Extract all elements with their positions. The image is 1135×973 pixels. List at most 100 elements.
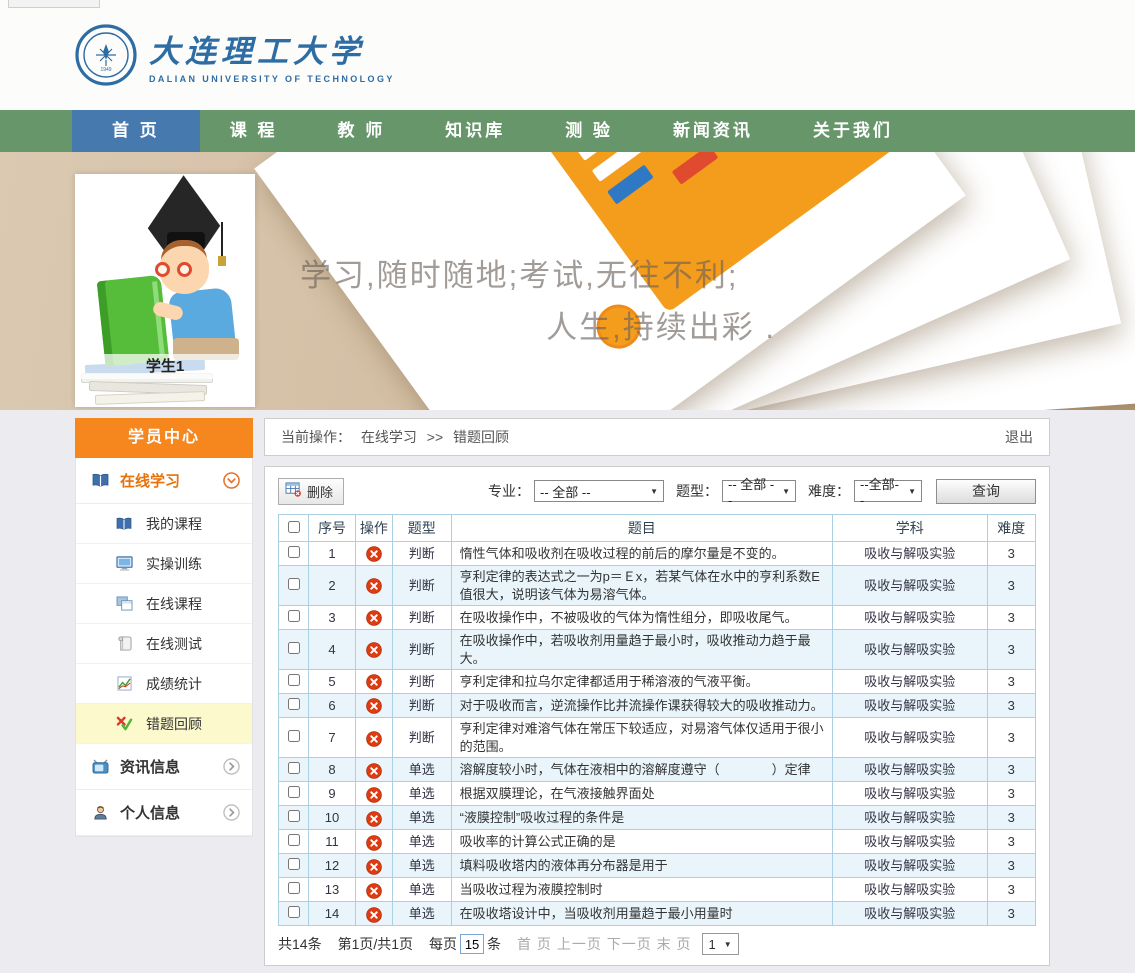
sidebar-item-1-2[interactable]: 实操训练 xyxy=(76,544,252,584)
row-number: 14 xyxy=(309,902,355,926)
delete-button-label: 删除 xyxy=(307,482,333,501)
difficulty: 3 xyxy=(987,566,1036,606)
row-checkbox[interactable] xyxy=(288,730,300,742)
row-checkbox[interactable] xyxy=(288,578,300,590)
nav-item-1[interactable]: 首 页 xyxy=(72,110,200,152)
student-avatar-card[interactable]: 学生1 xyxy=(75,174,255,407)
row-checkbox[interactable] xyxy=(288,786,300,798)
row-select-cell xyxy=(279,606,309,630)
nav-item-4[interactable]: 知识库 xyxy=(415,110,535,152)
toolbar: 删除 专业：-- 全部 --▼题型：-- 全部 --▼难度：--全部--▼ 查询 xyxy=(278,477,1036,505)
table-row: 7判断亨利定律对难溶气体在常压下较适应，对易溶气体仅适用于很小的范围。吸收与解吸… xyxy=(279,718,1036,758)
breadcrumb-path[interactable]: 在线学习 xyxy=(361,429,417,445)
subject: 吸收与解吸实验 xyxy=(833,806,987,830)
row-number: 13 xyxy=(309,878,355,902)
chevron-down-icon: ▼ xyxy=(908,487,916,496)
difficulty: 3 xyxy=(987,670,1036,694)
delete-row-icon[interactable] xyxy=(355,830,392,854)
sidebar-item-1-4[interactable]: 在线测试 xyxy=(76,624,252,664)
question-type: 单选 xyxy=(393,830,452,854)
delete-row-icon[interactable] xyxy=(355,902,392,926)
filter-select-difficulty[interactable]: --全部--▼ xyxy=(854,480,922,502)
subject: 吸收与解吸实验 xyxy=(833,566,987,606)
table-row: 6判断对于吸收而言，逆流操作比并流操作课获得较大的吸收推动力。吸收与解吸实验3 xyxy=(279,694,1036,718)
question-type: 单选 xyxy=(393,758,452,782)
row-select-cell xyxy=(279,830,309,854)
question-type: 判断 xyxy=(393,694,452,718)
sidebar-group-label: 在线学习 xyxy=(120,470,223,491)
person-icon xyxy=(90,805,110,820)
nav-item-2[interactable]: 课 程 xyxy=(200,110,308,152)
filter-label-difficulty: 难度： xyxy=(808,481,850,501)
sidebar-group-2[interactable]: 资讯信息 xyxy=(76,744,252,790)
query-button[interactable]: 查询 xyxy=(936,479,1036,504)
pager-links[interactable]: 首 页 上一页 下一页 末 页 xyxy=(517,934,691,954)
slogan-line-2: 人生,持续出彩 . xyxy=(300,302,790,354)
delete-row-icon[interactable] xyxy=(355,878,392,902)
delete-row-icon[interactable] xyxy=(355,782,392,806)
filter-select-qtype[interactable]: -- 全部 --▼ xyxy=(722,480,796,502)
subject: 吸收与解吸实验 xyxy=(833,718,987,758)
delete-row-icon[interactable] xyxy=(355,718,392,758)
delete-button[interactable]: 删除 xyxy=(278,478,344,505)
row-number: 9 xyxy=(309,782,355,806)
row-checkbox[interactable] xyxy=(288,642,300,654)
nav-item-5[interactable]: 测 验 xyxy=(535,110,643,152)
row-checkbox[interactable] xyxy=(288,810,300,822)
logout-link[interactable]: 退出 xyxy=(1005,427,1033,447)
banner-slogan: 学习,随时随地;考试,无往不利; 人生,持续出彩 . xyxy=(300,250,790,354)
question-type: 单选 xyxy=(393,878,452,902)
delete-row-icon[interactable] xyxy=(355,566,392,606)
chevron-down-circle-icon xyxy=(223,472,240,489)
row-checkbox[interactable] xyxy=(288,698,300,710)
per-page-input[interactable] xyxy=(460,934,484,954)
per-page-prefix: 每页 xyxy=(429,934,457,954)
delete-row-icon[interactable] xyxy=(355,758,392,782)
nav-item-6[interactable]: 新闻资讯 xyxy=(643,110,783,152)
delete-row-icon[interactable] xyxy=(355,542,392,566)
row-checkbox[interactable] xyxy=(288,834,300,846)
row-checkbox[interactable] xyxy=(288,610,300,622)
select-all-checkbox[interactable] xyxy=(288,521,300,533)
sidebar-group-3[interactable]: 个人信息 xyxy=(76,790,252,836)
subject: 吸收与解吸实验 xyxy=(833,902,987,926)
row-select-cell xyxy=(279,630,309,670)
nav-item-3[interactable]: 教 师 xyxy=(307,110,415,152)
windows-icon xyxy=(114,596,134,611)
delete-row-icon[interactable] xyxy=(355,806,392,830)
nav-item-7[interactable]: 关于我们 xyxy=(783,110,923,152)
glasses-icon xyxy=(155,262,170,277)
book-icon xyxy=(114,517,134,531)
content-area: 学员中心 在线学习我的课程实操训练在线课程在线测试成绩统计错题回顾资讯信息个人信… xyxy=(75,418,1050,966)
pagination: 共14条 第1页/共1页 每页 条 首 页 上一页 下一页 末 页 1 ▼ xyxy=(278,933,1036,955)
column-header: 难度 xyxy=(987,515,1036,542)
row-checkbox[interactable] xyxy=(288,906,300,918)
sidebar-group-1[interactable]: 在线学习 xyxy=(76,458,252,504)
breadcrumb-current: 错题回顾 xyxy=(453,429,509,445)
sidebar-item-label: 在线测试 xyxy=(146,634,202,654)
row-select-cell xyxy=(279,806,309,830)
row-checkbox[interactable] xyxy=(288,546,300,558)
difficulty: 3 xyxy=(987,758,1036,782)
row-checkbox[interactable] xyxy=(288,858,300,870)
sidebar-item-label: 成绩统计 xyxy=(146,674,202,694)
delete-row-icon[interactable] xyxy=(355,694,392,718)
question-text: 吸收率的计算公式正确的是 xyxy=(451,830,833,854)
select-all-header xyxy=(279,515,309,542)
sidebar-item-1-5[interactable]: 成绩统计 xyxy=(76,664,252,704)
delete-row-icon[interactable] xyxy=(355,670,392,694)
filter-select-major[interactable]: -- 全部 --▼ xyxy=(534,480,664,502)
row-checkbox[interactable] xyxy=(288,674,300,686)
delete-row-icon[interactable] xyxy=(355,606,392,630)
delete-row-icon[interactable] xyxy=(355,854,392,878)
row-checkbox[interactable] xyxy=(288,882,300,894)
sidebar-item-1-1[interactable]: 我的课程 xyxy=(76,504,252,544)
row-checkbox[interactable] xyxy=(288,762,300,774)
page-select[interactable]: 1 ▼ xyxy=(702,933,739,955)
question-type: 判断 xyxy=(393,606,452,630)
sidebar-header: 学员中心 xyxy=(75,418,253,458)
sidebar-item-1-3[interactable]: 在线课程 xyxy=(76,584,252,624)
row-number: 12 xyxy=(309,854,355,878)
delete-row-icon[interactable] xyxy=(355,630,392,670)
sidebar-item-1-6[interactable]: 错题回顾 xyxy=(76,704,252,744)
